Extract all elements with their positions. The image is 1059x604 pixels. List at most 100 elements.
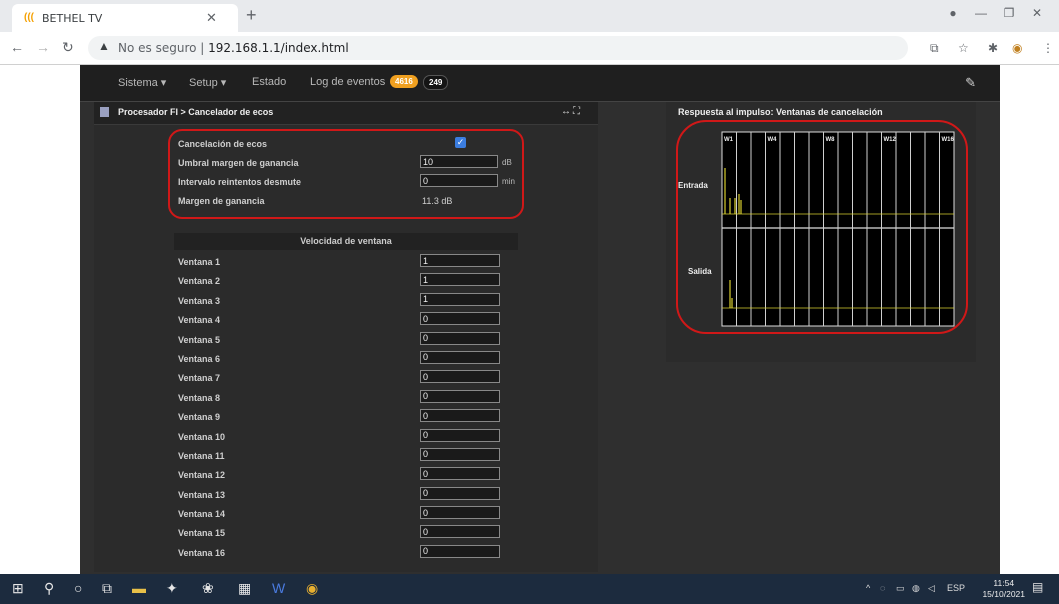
window-speed-row: Ventana 14: [174, 505, 519, 524]
translate-icon[interactable]: ⧉: [930, 41, 939, 56]
fullscreen-icon[interactable]: ⛶: [573, 106, 582, 117]
window-label: Ventana 10: [178, 431, 226, 442]
panel-header: Procesador FI > Cancelador de ecos ↔⛶: [94, 102, 598, 125]
nav-sistema[interactable]: Sistema ▾: [118, 76, 166, 89]
window-label: Ventana 16: [178, 547, 226, 558]
window-speed-input[interactable]: [420, 331, 500, 345]
window-label: Ventana 9: [178, 412, 221, 423]
app-frame: Sistema ▾ Setup ▾ Estado Log de eventos …: [80, 65, 1000, 574]
clock-date: 15/10/2021: [982, 589, 1025, 599]
reload-icon[interactable]: ↻: [62, 39, 74, 56]
window-speed-input[interactable]: [420, 292, 500, 306]
window-speed-row: Ventana 5: [174, 331, 519, 350]
search-icon[interactable]: ⚲: [44, 580, 54, 597]
url-bar[interactable]: ▲ No es seguro | 192.168.1.1/index.html: [88, 36, 908, 60]
window-label: Ventana 15: [178, 528, 226, 539]
panel-title: Procesador FI > Cancelador de ecos: [118, 107, 274, 117]
clock[interactable]: 11:54 15/10/2021: [982, 578, 1025, 600]
nav-log-eventos[interactable]: Log de eventos: [310, 76, 385, 88]
nav-setup[interactable]: Setup ▾: [189, 76, 226, 89]
back-arrow-icon[interactable]: ←: [10, 39, 24, 55]
tray-app-icon[interactable]: ◌: [880, 583, 885, 593]
window-speed-input[interactable]: [420, 350, 500, 364]
calculator-icon[interactable]: ▦: [238, 580, 251, 597]
edit-icon[interactable]: ✎: [965, 75, 976, 91]
close-tab-icon[interactable]: ✕: [206, 10, 217, 26]
window-speed-row: Ventana 1: [174, 253, 519, 272]
window-label: Ventana 5: [178, 334, 221, 345]
profile-avatar-icon[interactable]: ◉: [1012, 41, 1022, 55]
security-label: No es seguro: [118, 41, 197, 55]
window-speed-input[interactable]: [420, 486, 500, 500]
bookmark-star-icon[interactable]: ☆: [958, 41, 969, 55]
maximize-icon[interactable]: ❐: [995, 6, 1023, 20]
app-icon[interactable]: ✦: [166, 580, 178, 597]
menu-kebab-icon[interactable]: ⋮: [1042, 41, 1054, 55]
address-bar-row: ← → ↻ ▲ No es seguro | 192.168.1.1/index…: [0, 32, 1059, 65]
tray-chevron-icon[interactable]: ^: [866, 583, 870, 593]
window-label: Ventana 4: [178, 315, 221, 326]
window-speed-row: Ventana 13: [174, 486, 519, 505]
word-icon[interactable]: W: [272, 580, 285, 596]
panel-calculator-icon: [100, 107, 109, 117]
extensions-puzzle-icon[interactable]: ✱: [988, 41, 998, 55]
chrome-icon[interactable]: ◉: [306, 580, 318, 597]
window-speed-row: Ventana 16: [174, 544, 519, 563]
window-label: Ventana 14: [178, 509, 226, 520]
window-speed-row: Ventana 2: [174, 272, 519, 291]
windows-start-icon[interactable]: ⊞: [12, 580, 24, 597]
resize-horizontal-icon[interactable]: ↔: [561, 106, 573, 117]
window-speed-input[interactable]: [420, 273, 500, 287]
event-count-badge: 249: [423, 75, 449, 90]
highlight-settings-outline: [168, 129, 524, 219]
window-speed-row: Ventana 12: [174, 466, 519, 485]
profile-icon[interactable]: ●: [939, 6, 967, 20]
highlight-chart-outline: [676, 120, 968, 334]
file-explorer-icon[interactable]: ▬: [132, 580, 146, 596]
nav-estado[interactable]: Estado: [252, 76, 286, 88]
warning-triangle-icon[interactable]: ▲: [98, 39, 110, 53]
minimize-icon[interactable]: —: [967, 6, 995, 20]
window-label: Ventana 1: [178, 257, 221, 267]
window-speed-input[interactable]: [420, 506, 500, 520]
window-speed-row: Ventana 6: [174, 350, 519, 369]
window-label: Ventana 8: [178, 392, 221, 403]
window-speed-input[interactable]: [420, 428, 500, 442]
close-window-icon[interactable]: ✕: [1023, 6, 1051, 20]
network-icon[interactable]: ◍: [912, 583, 920, 594]
window-label: Ventana 12: [178, 470, 226, 481]
top-nav: Sistema ▾ Setup ▾ Estado Log de eventos …: [80, 65, 1000, 102]
window-speed-input[interactable]: [420, 447, 500, 461]
window-speed-input[interactable]: [420, 467, 500, 481]
window-speed-header: Velocidad de ventana: [174, 233, 518, 250]
language-indicator[interactable]: ESP: [947, 583, 965, 593]
window-label: Ventana 11: [178, 450, 225, 461]
task-view-icon[interactable]: ⧉: [102, 580, 112, 597]
window-speed-input[interactable]: [420, 409, 500, 423]
forward-arrow-icon[interactable]: →: [36, 39, 50, 55]
panel-tools: ↔⛶: [561, 106, 582, 117]
url-text: No es seguro | 192.168.1.1/index.html: [118, 41, 349, 55]
browser-tab[interactable]: ((( BETHEL TV ✕: [12, 4, 238, 32]
clock-time: 11:54: [993, 578, 1015, 588]
volume-icon[interactable]: ◁: [928, 583, 935, 594]
cortana-icon[interactable]: ○: [74, 580, 82, 596]
echo-canceller-panel: Procesador FI > Cancelador de ecos ↔⛶ Ca…: [94, 102, 598, 572]
window-speed-row: Ventana 3: [174, 292, 519, 311]
window-speed-input[interactable]: [420, 544, 500, 558]
alert-count-badge: 4616: [390, 75, 418, 88]
new-tab-button[interactable]: +: [246, 5, 257, 26]
window-label: Ventana 13: [178, 489, 226, 500]
window-speed-input[interactable]: [420, 312, 500, 326]
window-speed-input[interactable]: [420, 370, 500, 384]
window-speed-input[interactable]: [420, 389, 500, 403]
window-speed-row: Ventana 15: [174, 524, 519, 543]
notifications-icon[interactable]: ▤: [1032, 580, 1043, 594]
browser-tab-bar: ((( BETHEL TV ✕ + ● — ❐ ✕: [0, 0, 1059, 32]
app-icon[interactable]: ❀: [202, 580, 214, 597]
window-label: Ventana 7: [178, 373, 221, 384]
battery-icon[interactable]: ▭: [896, 583, 905, 594]
window-speed-input[interactable]: [420, 254, 500, 267]
window-speed-row: Ventana 9: [174, 408, 519, 427]
window-speed-input[interactable]: [420, 525, 500, 539]
